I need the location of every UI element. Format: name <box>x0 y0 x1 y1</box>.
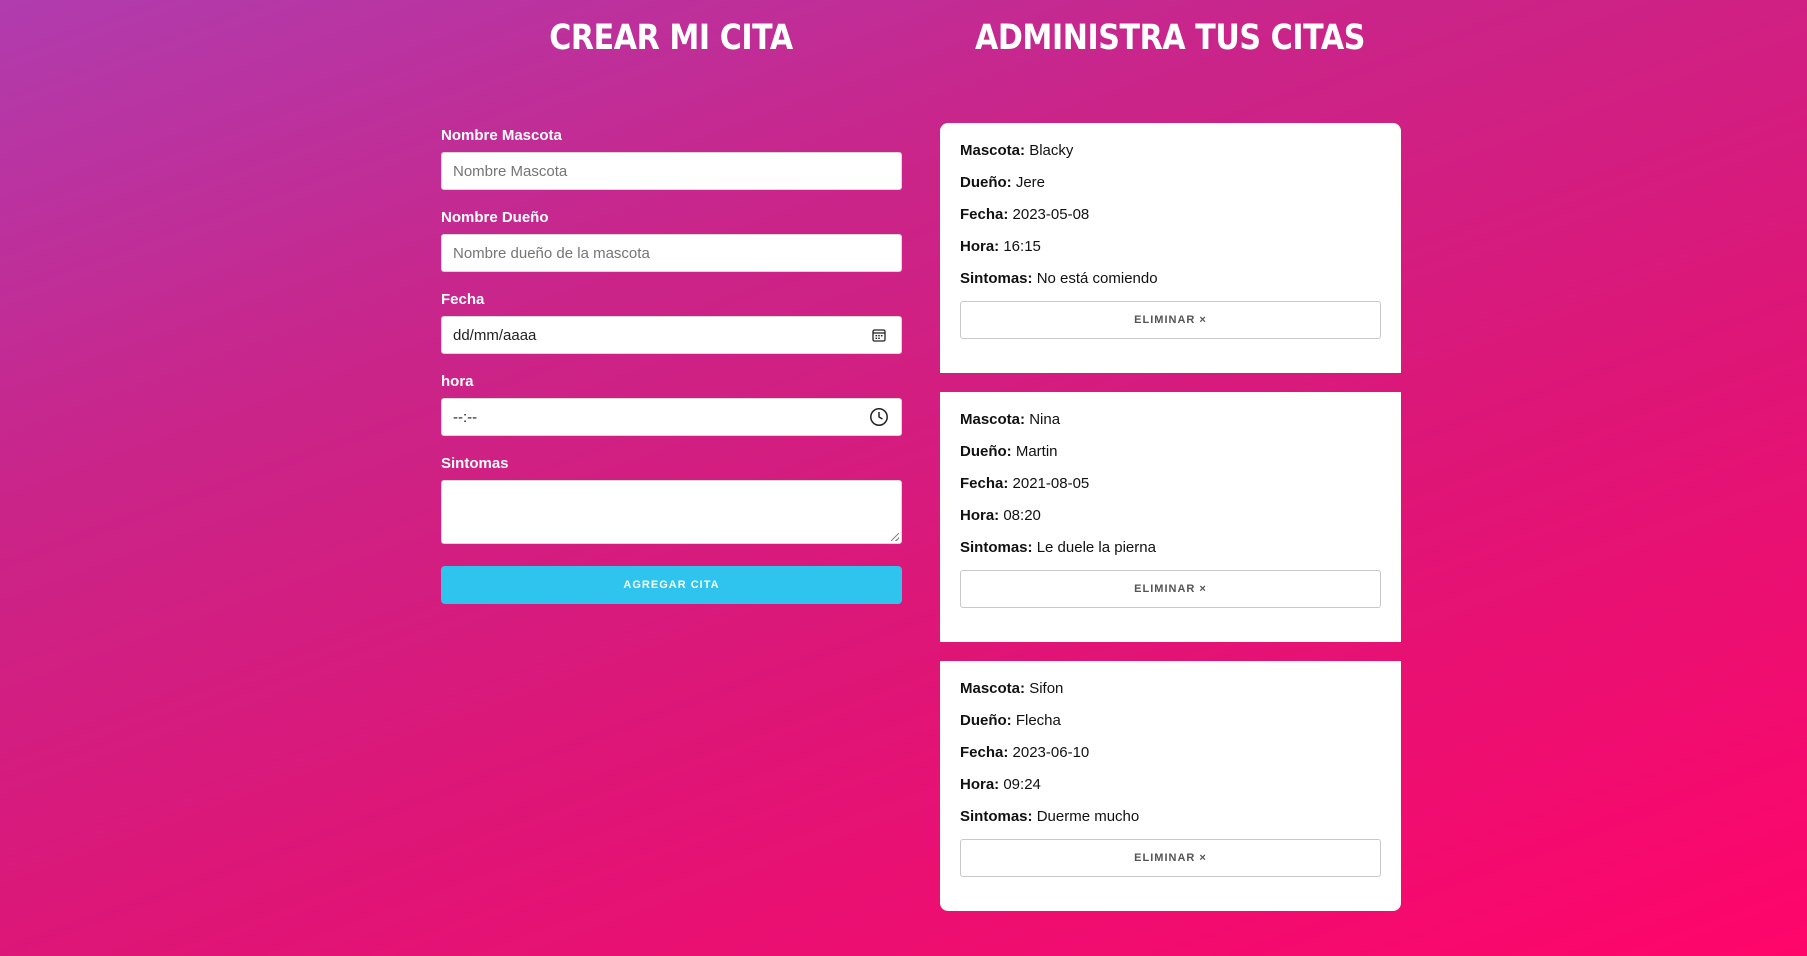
pet-name-placeholder: Nombre Mascota <box>453 162 568 180</box>
symptoms-value: Duerme mucho <box>1036 808 1140 825</box>
pet-key: Mascota: <box>960 680 1026 697</box>
symptoms-label: Sintomas <box>441 455 509 472</box>
date-value: 2021-08-05 <box>1012 475 1090 492</box>
clock-icon[interactable] <box>869 407 889 427</box>
symptoms-key: Sintomas: <box>960 539 1033 556</box>
date-key: Fecha: <box>960 475 1009 492</box>
symptoms-textarea[interactable] <box>441 480 902 544</box>
date-value: dd/mm/aaaa <box>453 326 537 344</box>
appointment-form: Nombre Mascota Nombre Mascota Nombre Due… <box>441 124 902 604</box>
owner-key: Dueño: <box>960 174 1012 191</box>
date-value: 2023-05-08 <box>1012 206 1090 223</box>
time-value: 09:24 <box>1003 776 1041 793</box>
create-appointment-heading: Crear mi cita <box>549 18 793 58</box>
appointment-card: Mascota: Sifon Dueño: Flecha Fecha: 2023… <box>940 661 1401 911</box>
owner-value: Jere <box>1015 174 1046 191</box>
date-row: Fecha: 2021-08-05 <box>960 476 1381 508</box>
appointments-list: Mascota: Blacky Dueño: Jere Fecha: 2023-… <box>940 123 1401 911</box>
date-key: Fecha: <box>960 206 1009 223</box>
owner-name-placeholder: Nombre dueño de la mascota <box>453 244 650 262</box>
appointment-card: Mascota: Blacky Dueño: Jere Fecha: 2023-… <box>940 123 1401 373</box>
delete-button[interactable]: Eliminar × <box>960 570 1381 608</box>
symptoms-row: Sintomas: Duerme mucho <box>960 809 1381 841</box>
owner-row: Dueño: Flecha <box>960 713 1381 745</box>
time-row: Hora: 16:15 <box>960 239 1381 271</box>
date-key: Fecha: <box>960 744 1009 761</box>
owner-value: Flecha <box>1015 712 1061 729</box>
time-key: Hora: <box>960 776 1000 793</box>
time-value: 16:15 <box>1003 238 1041 255</box>
symptoms-row: Sintomas: Le duele la pierna <box>960 540 1381 572</box>
pet-key: Mascota: <box>960 142 1026 159</box>
symptoms-value: No está comiendo <box>1036 270 1158 287</box>
pet-value: Sifon <box>1029 680 1064 697</box>
time-key: Hora: <box>960 238 1000 255</box>
manage-appointments-heading: Administra tus citas <box>975 18 1365 58</box>
pet-row: Mascota: Nina <box>960 412 1381 444</box>
date-label: Fecha <box>441 291 485 308</box>
pet-name-label: Nombre Mascota <box>441 127 562 144</box>
date-value: 2023-06-10 <box>1012 744 1090 761</box>
owner-value: Martin <box>1015 443 1058 460</box>
time-key: Hora: <box>960 507 1000 524</box>
time-row: Hora: 08:20 <box>960 508 1381 540</box>
owner-row: Dueño: Martin <box>960 444 1381 476</box>
symptoms-key: Sintomas: <box>960 808 1033 825</box>
pet-value: Nina <box>1029 411 1061 428</box>
time-label: hora <box>441 373 474 390</box>
symptoms-row: Sintomas: No está comiendo <box>960 271 1381 303</box>
pet-value: Blacky <box>1029 142 1074 159</box>
pet-row: Mascota: Blacky <box>960 143 1381 175</box>
time-row: Hora: 09:24 <box>960 777 1381 809</box>
symptoms-value: Le duele la pierna <box>1036 539 1156 556</box>
date-input[interactable]: dd/mm/aaaa <box>441 316 902 354</box>
delete-button[interactable]: Eliminar × <box>960 301 1381 339</box>
date-row: Fecha: 2023-06-10 <box>960 745 1381 777</box>
owner-key: Dueño: <box>960 443 1012 460</box>
delete-button[interactable]: Eliminar × <box>960 839 1381 877</box>
add-appointment-button[interactable]: Agregar cita <box>441 566 902 604</box>
pet-name-input[interactable]: Nombre Mascota <box>441 152 902 190</box>
appointment-card: Mascota: Nina Dueño: Martin Fecha: 2021-… <box>940 392 1401 642</box>
owner-key: Dueño: <box>960 712 1012 729</box>
time-value: --:-- <box>453 408 478 426</box>
owner-name-label: Nombre Dueño <box>441 209 549 226</box>
owner-row: Dueño: Jere <box>960 175 1381 207</box>
pet-row: Mascota: Sifon <box>960 681 1381 713</box>
resize-grip-icon[interactable] <box>891 533 899 541</box>
pet-key: Mascota: <box>960 411 1026 428</box>
symptoms-key: Sintomas: <box>960 270 1033 287</box>
date-row: Fecha: 2023-05-08 <box>960 207 1381 239</box>
time-input[interactable]: --:-- <box>441 398 902 436</box>
calendar-icon[interactable] <box>869 325 889 345</box>
owner-name-input[interactable]: Nombre dueño de la mascota <box>441 234 902 272</box>
time-value: 08:20 <box>1003 507 1041 524</box>
